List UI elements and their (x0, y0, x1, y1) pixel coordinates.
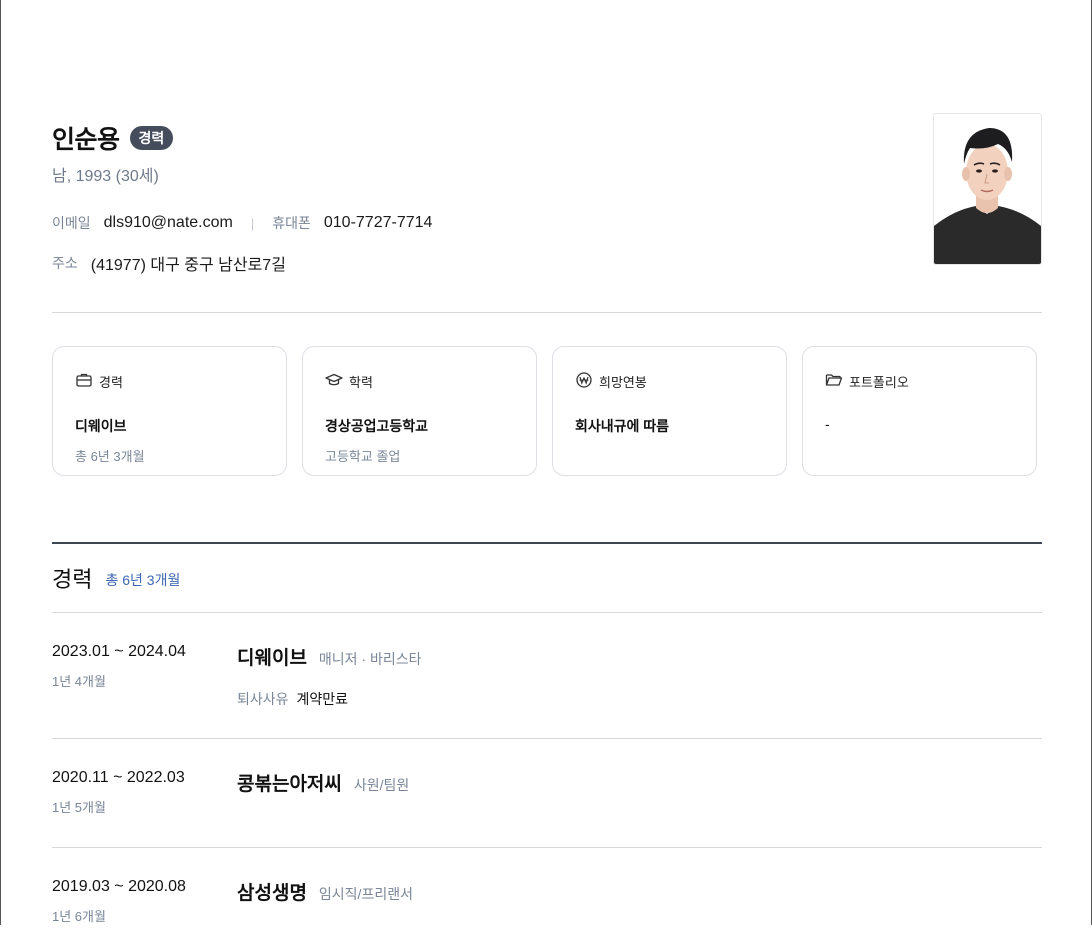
card-education-title: 학력 (349, 375, 373, 390)
contact-separator: | (250, 215, 255, 231)
career-duration: 1년 5개월 (52, 800, 106, 815)
email-value[interactable]: dls910@nate.com (104, 214, 233, 232)
career-section-header: 경력 총 6년 3개월 (52, 544, 1042, 613)
career-total: 총 6년 3개월 (105, 571, 181, 588)
career-item: 2020.11 ~ 2022.03 1년 5개월 콩볶는아저씨 사원/팀원 (52, 739, 1042, 848)
career-company-row: 디웨이브 매니저 · 바리스타 (237, 643, 422, 670)
name-row: 인순용 경력 (52, 120, 174, 156)
career-company: 삼성생명 (237, 883, 307, 904)
profile-header: 인순용 경력 남, 1993 (30세) 이메일 dls910@nate.com… (52, 0, 1042, 313)
card-portfolio-title: 포트폴리오 (849, 375, 909, 390)
career-section-title: 경력 (52, 567, 93, 592)
career-duration: 1년 6개월 (52, 909, 106, 924)
briefcase-icon (75, 371, 93, 392)
career-duration: 1년 4개월 (52, 674, 106, 689)
email-label: 이메일 (52, 215, 91, 231)
card-portfolio-main: - (825, 416, 830, 432)
career-company: 콩볶는아저씨 (237, 774, 342, 795)
folder-icon (825, 371, 843, 392)
card-portfolio: 포트폴리오 - (802, 346, 1037, 476)
card-salary-main: 회사내규에 따름 (575, 418, 670, 434)
applicant-name: 인순용 (52, 126, 120, 154)
leave-reason-label: 퇴사사유 (237, 691, 289, 707)
card-portfolio-header: 포트폴리오 (825, 371, 1014, 392)
career-company-row: 콩볶는아저씨 사원/팀원 (237, 769, 409, 796)
won-icon (575, 371, 593, 392)
contact-row: 이메일 dls910@nate.com | 휴대폰 010-7727-7714 (52, 213, 432, 233)
career-period: 2023.01 ~ 2024.04 (52, 643, 186, 660)
card-career: 경력 디웨이브 총 6년 3개월 (52, 346, 287, 476)
graduation-cap-icon (325, 371, 343, 392)
frame-border-left (0, 0, 1, 925)
card-education-main: 경상공업고등학교 (325, 418, 429, 434)
address-label: 주소 (52, 255, 78, 271)
phone-value[interactable]: 010-7727-7714 (324, 214, 433, 232)
card-salary: 희망연봉 회사내규에 따름 (552, 346, 787, 476)
profile-photo (933, 113, 1042, 265)
career-period: 2020.11 ~ 2022.03 (52, 769, 185, 786)
card-education: 학력 경상공업고등학교 고등학교 졸업 (302, 346, 537, 476)
card-education-sub: 고등학교 졸업 (325, 449, 401, 464)
gender-birth: 남, 1993 (30세) (52, 168, 159, 185)
career-company: 디웨이브 (237, 648, 307, 669)
career-section: 경력 총 6년 3개월 2023.01 ~ 2024.04 1년 4개월 디웨이… (52, 542, 1042, 938)
summary-cards: 경력 디웨이브 총 6년 3개월 학력 경상공업고등학교 고등학교 졸업 희망연… (52, 346, 1037, 476)
career-badge: 경력 (129, 126, 174, 150)
career-leave-reason: 퇴사사유 계약만료 (237, 689, 348, 709)
card-career-main: 디웨이브 (75, 418, 127, 434)
card-salary-header: 희망연봉 (575, 371, 764, 392)
card-education-header: 학력 (325, 371, 514, 392)
career-company-row: 삼성생명 임시직/프리랜서 (237, 878, 413, 905)
career-period: 2019.03 ~ 2020.08 (52, 878, 186, 895)
leave-reason-value: 계약만료 (296, 691, 349, 707)
resume-page: 인순용 경력 남, 1993 (30세) 이메일 dls910@nate.com… (52, 0, 1042, 924)
card-career-header: 경력 (75, 371, 264, 392)
career-role: 임시직/프리랜서 (318, 886, 413, 902)
career-item: 2023.01 ~ 2024.04 1년 4개월 디웨이브 매니저 · 바리스타… (52, 613, 1042, 739)
phone-label: 휴대폰 (272, 215, 311, 231)
address-row: 주소 (41977) 대구 중구 남산로7길 (52, 251, 286, 275)
card-salary-title: 희망연봉 (599, 375, 647, 390)
card-career-title: 경력 (99, 375, 123, 390)
career-role: 매니저 · 바리스타 (318, 651, 422, 667)
career-role: 사원/팀원 (353, 777, 410, 793)
address-value: (41977) 대구 중구 남산로7길 (90, 257, 286, 274)
card-career-sub: 총 6년 3개월 (75, 449, 145, 464)
